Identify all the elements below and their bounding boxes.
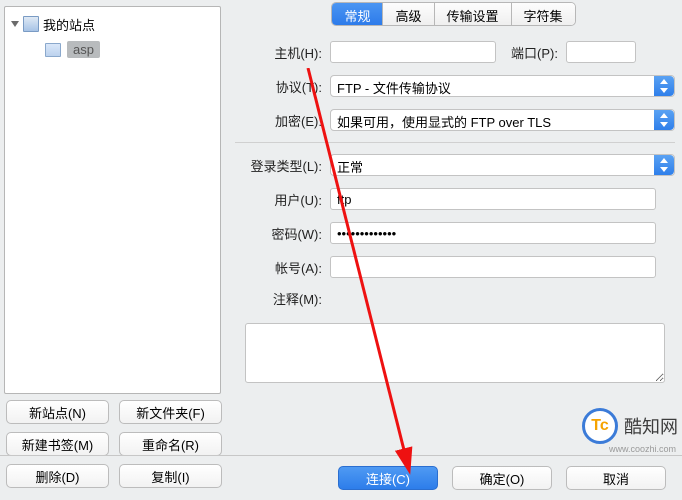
watermark-brand: 酷知网 (624, 413, 678, 439)
copy-button[interactable]: 复制(I) (119, 464, 222, 488)
comment-label: 注释(M): (235, 289, 330, 308)
watermark-logo-icon: Tc (582, 408, 618, 444)
delete-button[interactable]: 删除(D) (6, 464, 109, 488)
tab-charset[interactable]: 字符集 (512, 3, 575, 25)
port-input[interactable] (566, 41, 636, 63)
host-label: 主机(H): (235, 43, 330, 62)
protocol-value: FTP - 文件传输协议 (337, 81, 451, 96)
new-folder-button[interactable]: 新文件夹(F) (119, 400, 222, 424)
port-label: 端口(P): (496, 43, 566, 62)
tab-general[interactable]: 常规 (332, 3, 383, 25)
protocol-label: 协议(T): (235, 77, 330, 96)
rename-button[interactable]: 重命名(R) (119, 432, 222, 456)
tab-transfer[interactable]: 传输设置 (435, 3, 512, 25)
account-input[interactable] (330, 256, 656, 278)
new-site-button[interactable]: 新站点(N) (6, 400, 109, 424)
account-label: 帐号(A): (235, 258, 330, 277)
chevron-updown-icon (654, 76, 674, 96)
chevron-updown-icon (654, 155, 674, 175)
cancel-button[interactable]: 取消 (566, 466, 666, 490)
encryption-value: 如果可用，使用显式的 FTP over TLS (337, 115, 551, 130)
disclosure-triangle-icon[interactable] (11, 21, 19, 27)
tab-bar: 常规 高级 传输设置 字符集 (331, 2, 575, 26)
password-input[interactable] (330, 222, 656, 244)
folder-icon (45, 43, 61, 57)
tree-child-item[interactable]: asp (45, 41, 214, 58)
tree-child-label: asp (67, 41, 100, 58)
footer-divider (0, 455, 682, 456)
ok-button[interactable]: 确定(O) (452, 466, 552, 490)
divider (235, 142, 675, 143)
logintype-value: 正常 (337, 160, 363, 175)
encryption-select[interactable]: 如果可用，使用显式的 FTP over TLS (330, 109, 675, 131)
user-input[interactable] (330, 188, 656, 210)
tree-root-item[interactable]: 我的站点 (11, 13, 214, 35)
encryption-label: 加密(E): (235, 111, 330, 130)
protocol-select[interactable]: FTP - 文件传输协议 (330, 75, 675, 97)
tab-advanced[interactable]: 高级 (383, 3, 434, 25)
server-icon (23, 16, 39, 32)
user-label: 用户(U): (235, 190, 330, 209)
chevron-updown-icon (654, 110, 674, 130)
watermark: Tc 酷知网 (582, 408, 678, 444)
logintype-select[interactable]: 正常 (330, 154, 675, 176)
logintype-label: 登录类型(L): (235, 156, 330, 175)
comment-textarea[interactable] (245, 323, 665, 383)
tree-root-label: 我的站点 (43, 15, 95, 34)
new-bookmark-button[interactable]: 新建书签(M) (6, 432, 109, 456)
connect-button[interactable]: 连接(C) (338, 466, 438, 490)
watermark-url: www.coozhi.com (609, 444, 676, 454)
site-tree[interactable]: 我的站点 asp (4, 6, 221, 394)
password-label: 密码(W): (235, 224, 330, 243)
host-input[interactable] (330, 41, 496, 63)
